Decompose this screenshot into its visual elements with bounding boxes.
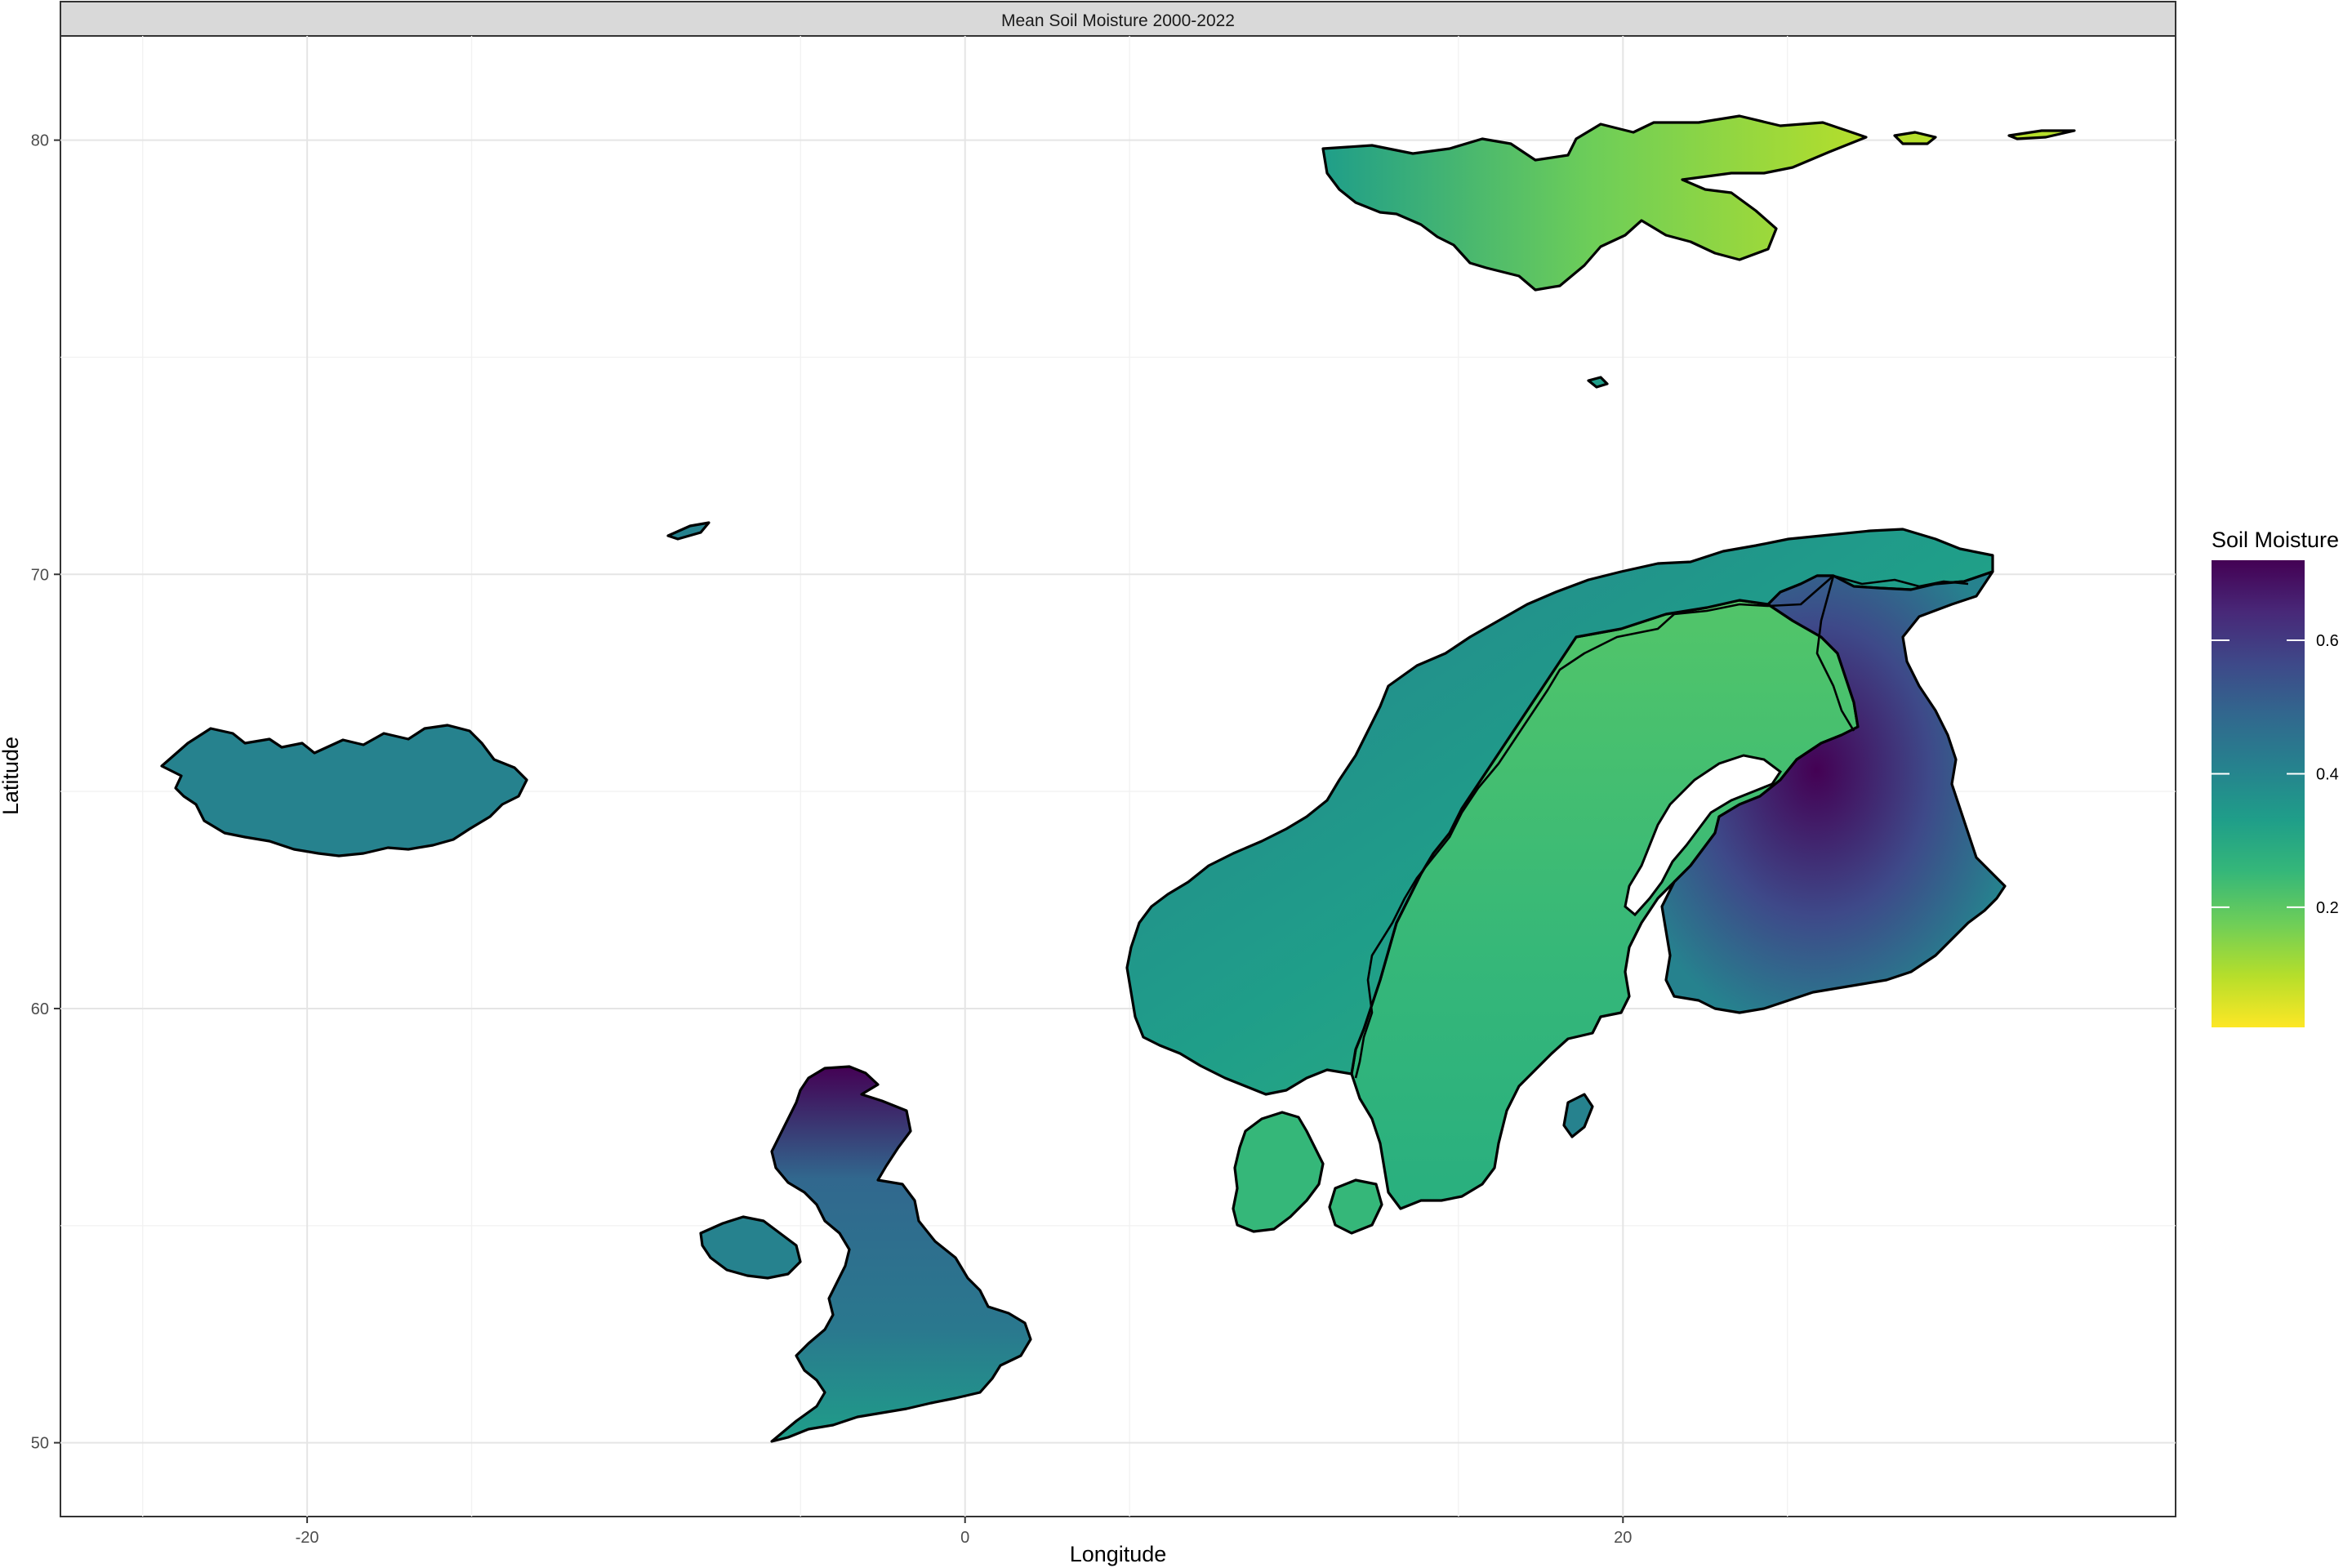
y-axis: 50 60 70 80 bbox=[31, 132, 60, 1453]
y-axis-title: Latitude bbox=[0, 737, 23, 815]
legend: Soil Moisture 0.6 0.4 0.2 bbox=[2212, 528, 2339, 1027]
legend-colorbar bbox=[2212, 560, 2305, 1027]
y-tick-label: 80 bbox=[31, 132, 49, 150]
y-tick-label: 70 bbox=[31, 566, 49, 584]
legend-tick-label: 0.6 bbox=[2316, 632, 2339, 650]
y-tick-label: 50 bbox=[31, 1435, 49, 1453]
x-tick-label: -20 bbox=[296, 1529, 319, 1547]
legend-tick-label: 0.2 bbox=[2316, 899, 2339, 917]
legend-tick-label: 0.4 bbox=[2316, 765, 2339, 783]
x-tick-label: 20 bbox=[1614, 1529, 1632, 1547]
legend-title: Soil Moisture bbox=[2212, 528, 2339, 552]
x-tick-label: 0 bbox=[960, 1529, 969, 1547]
x-axis: -20 0 20 bbox=[296, 1517, 1632, 1547]
x-axis-title: Longitude bbox=[1070, 1542, 1167, 1566]
strip-title: Mean Soil Moisture 2000-2022 bbox=[1001, 11, 1235, 30]
y-tick-label: 60 bbox=[31, 1000, 49, 1018]
soil-moisture-map: Mean Soil Moisture 2000-2022 -20 0 20 50… bbox=[0, 1, 2339, 1566]
